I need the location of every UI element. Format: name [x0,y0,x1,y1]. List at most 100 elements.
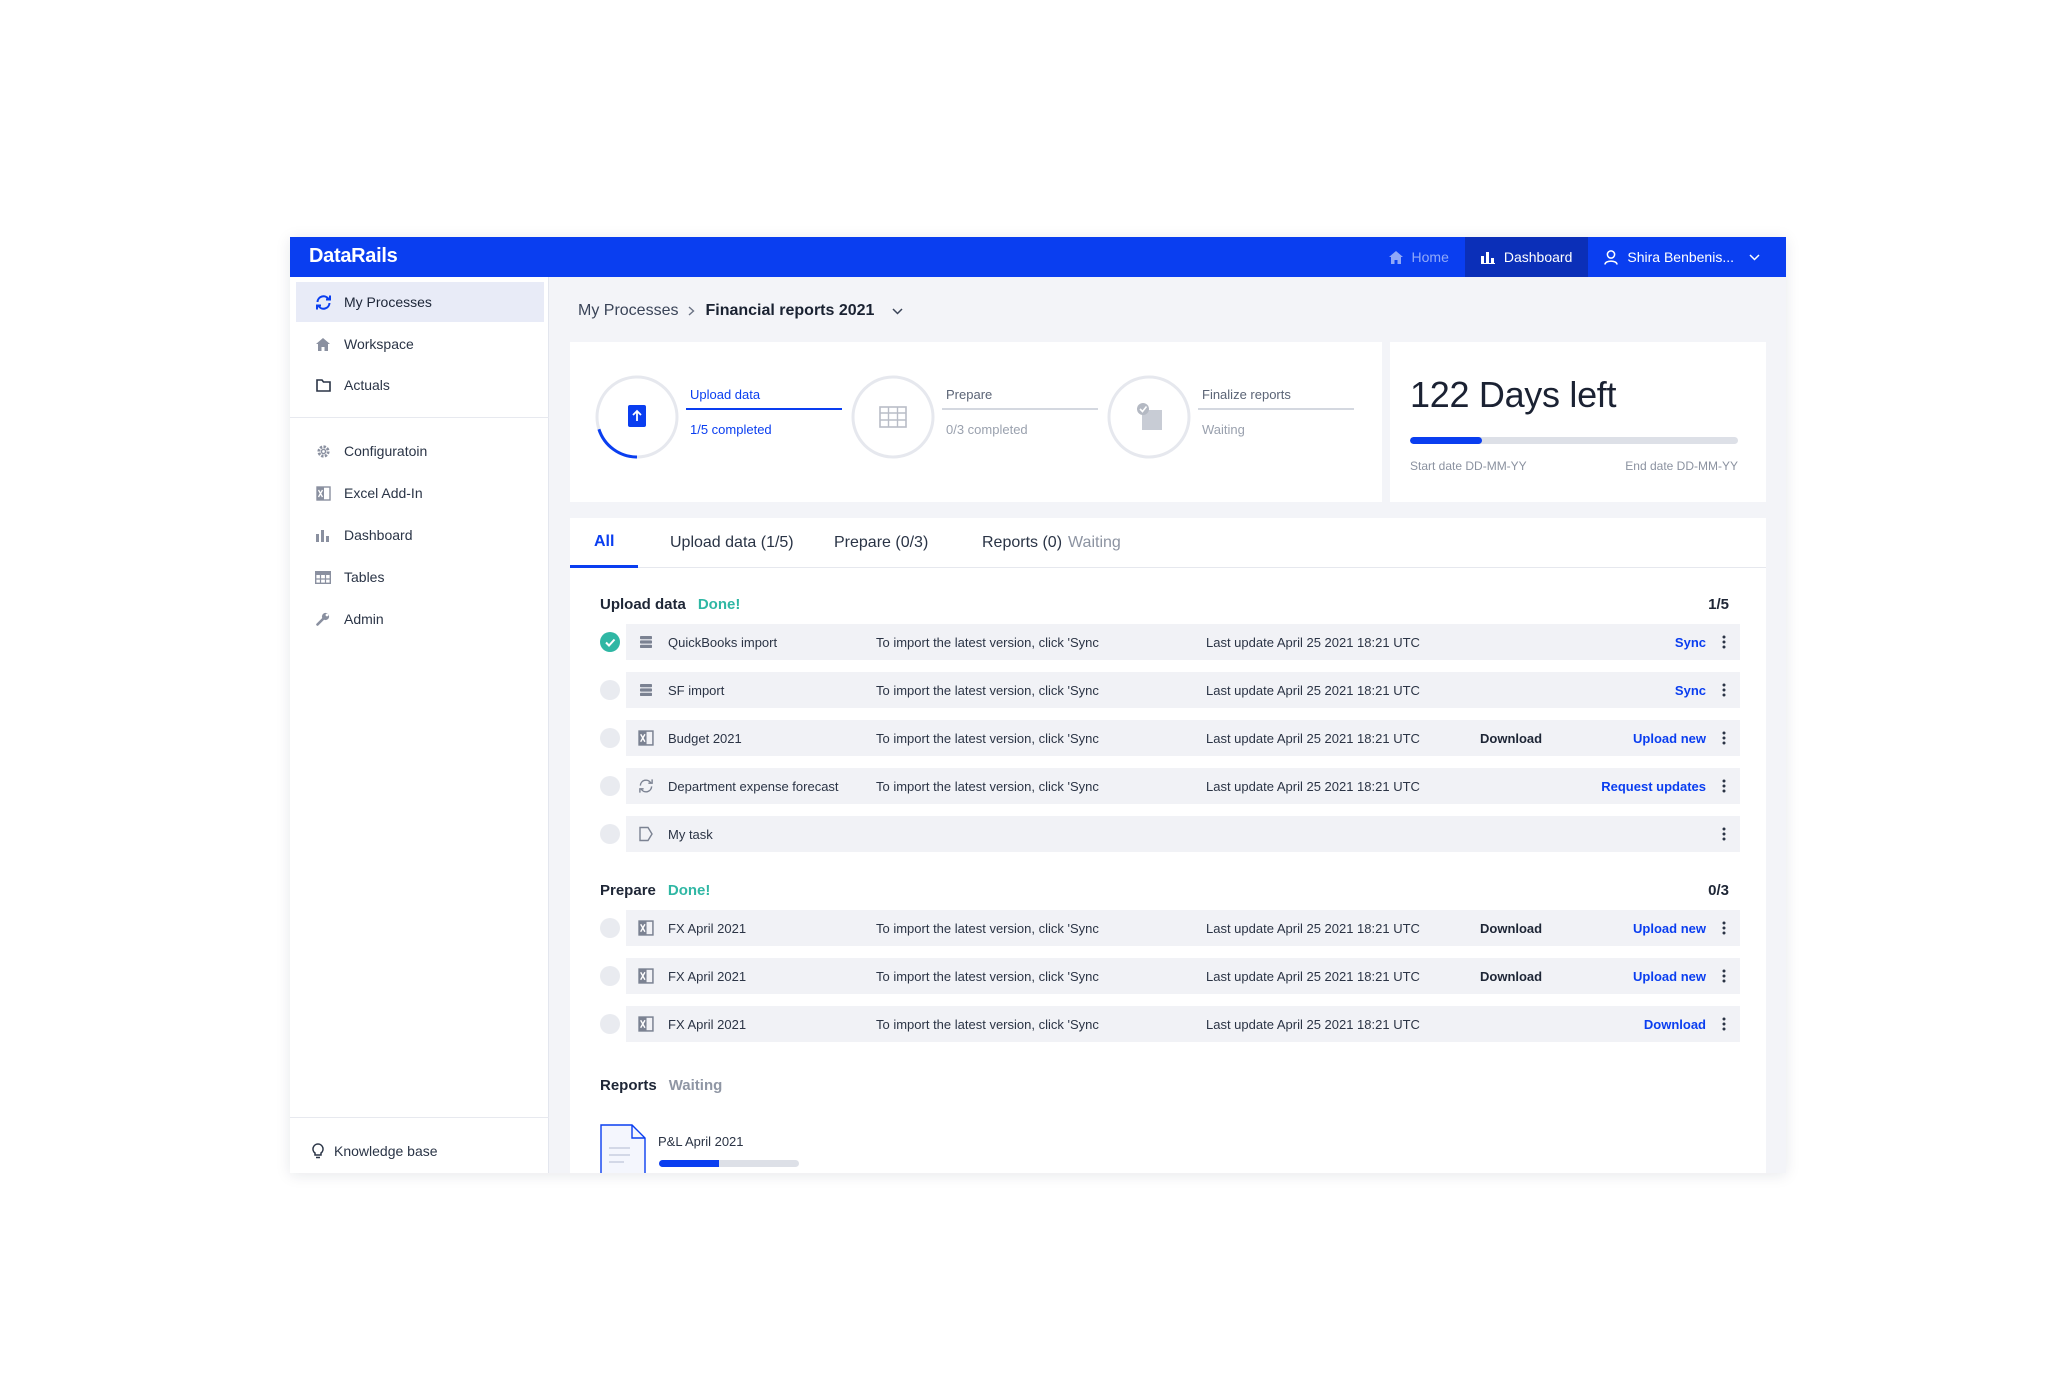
chevron-right-icon [689,306,696,316]
task-name: My task [668,827,713,842]
table-icon [314,568,332,586]
tab-reports-label: Reports (0) [982,534,1063,551]
tab-prepare[interactable]: Prepare (0/3) [834,518,928,568]
task-row: QuickBooks import To import the latest ve… [600,624,1740,660]
tab-reports[interactable]: Reports (0) Waiting [982,518,1121,568]
more-options-icon[interactable] [1714,824,1734,844]
task-icon [638,826,654,842]
breadcrumb-current[interactable]: Financial reports 2021 [705,302,874,320]
logo: DataRails [309,245,398,267]
task-row: FX April 2021 To import the latest versio… [600,1006,1740,1042]
sidebar-item-label: Dashboard [344,527,413,543]
more-options-icon[interactable] [1714,632,1734,652]
table-row[interactable]: My task [626,816,1740,852]
table-row[interactable]: FX April 2021 To import the latest versio… [626,910,1740,946]
task-name: QuickBooks import [668,635,778,650]
user-menu[interactable]: Shira Benbenis... [1588,237,1786,277]
task-description: To import the latest version, click 'Syn… [876,779,1099,794]
status-circle[interactable] [600,680,620,700]
row-action-button[interactable]: Upload new [1633,921,1706,936]
download-button[interactable]: Download [1480,731,1542,746]
completed-check-icon[interactable] [600,632,620,652]
sidebar-item-tables[interactable]: Tables [296,557,544,597]
download-button[interactable]: Download [1480,921,1542,936]
status-circle[interactable] [600,824,620,844]
task-row: SF import To import the latest version, c… [600,672,1740,708]
sidebar-item-excel-add-in[interactable]: Excel Add-In [296,473,544,513]
row-action-button[interactable]: Upload new [1633,731,1706,746]
tab-all[interactable]: All [570,518,639,568]
sidebar-item-workspace[interactable]: Workspace [296,324,544,364]
sidebar-item-my-processes[interactable]: My Processes [296,282,544,322]
section-title: Reports [600,1077,657,1094]
table-row[interactable]: FX April 2021 To import the latest versio… [626,958,1740,994]
table-row[interactable]: QuickBooks import To import the latest ve… [626,624,1740,660]
nav-dashboard[interactable]: Dashboard [1464,237,1589,277]
task-description: To import the latest version, click 'Syn… [876,969,1099,984]
status-circle[interactable] [600,728,620,748]
step-title: Upload data [690,387,761,402]
table-row[interactable]: FX April 2021 To import the latest versio… [626,1006,1740,1042]
knowledge-base-link[interactable]: Knowledge base [312,1143,438,1159]
sidebar-item-configuration[interactable]: Configuratoin [296,431,544,471]
breadcrumb: My Processes Financial reports 2021 [578,302,903,320]
main-content: My Processes Financial reports 2021 Uplo… [550,277,1786,1173]
upload-section-count: 1/5 [1708,596,1729,613]
status-circle[interactable] [600,1014,620,1034]
more-options-icon[interactable] [1714,728,1734,748]
status-circle[interactable] [600,918,620,938]
sidebar-item-actuals[interactable]: Actuals [296,365,544,405]
chevron-down-icon[interactable] [892,307,903,315]
more-options-icon[interactable] [1714,918,1734,938]
breadcrumb-parent[interactable]: My Processes [578,302,678,320]
row-action-button[interactable]: Download [1644,1017,1706,1032]
step-upload-data[interactable]: Upload data 1/5 completed [594,374,850,464]
more-options-icon[interactable] [1714,1014,1734,1034]
row-action-button[interactable]: Sync [1675,683,1706,698]
row-action-button[interactable]: Upload new [1633,969,1706,984]
sidebar-item-admin[interactable]: Admin [296,599,544,639]
task-last-update: Last update April 25 2021 18:21 UTC [1206,1017,1420,1032]
database-icon [638,634,654,650]
task-row: FX April 2021 To import the latest versio… [600,910,1740,946]
section-status: Done! [697,596,741,613]
sidebar-item-label: My Processes [344,294,432,310]
tab-upload-data[interactable]: Upload data (1/5) [670,518,794,568]
step-status: 0/3 completed [946,422,1028,437]
table-row[interactable]: Budget 2021 To import the latest version,… [626,720,1740,756]
status-circle[interactable] [600,776,620,796]
task-last-update: Last update April 25 2021 18:21 UTC [1206,731,1420,746]
more-options-icon[interactable] [1714,680,1734,700]
table-row[interactable]: SF import To import the latest version, c… [626,672,1740,708]
step-line [942,408,1098,410]
more-options-icon[interactable] [1714,966,1734,986]
step-finalize-reports[interactable]: Finalize reports Waiting [1106,374,1362,464]
row-action-button[interactable]: Request updates [1601,779,1706,794]
report-item[interactable]: P&L April 2021 [600,1124,820,1173]
sidebar-item-dashboard[interactable]: Dashboard [296,515,544,555]
tab-upload-label: Upload data (1/5) [670,534,794,551]
task-description: To import the latest version, click 'Syn… [876,683,1099,698]
sidebar: My Processes Workspace Actuals Configura… [290,277,549,1173]
days-progress-fill [1410,437,1483,444]
step-prepare[interactable]: Prepare 0/3 completed [850,374,1106,464]
step-status: 1/5 completed [690,422,772,437]
lightbulb-icon [312,1143,324,1159]
table-row[interactable]: Department expense forecast To import the… [626,768,1740,804]
tab-bar: All Upload data (1/5) Prepare (0/3) Repo… [570,518,1766,568]
more-options-icon[interactable] [1714,776,1734,796]
upload-doc-icon [628,405,646,427]
task-last-update: Last update April 25 2021 18:21 UTC [1206,683,1420,698]
section-status: Waiting [668,1077,723,1094]
nav-home[interactable]: Home [1373,237,1465,277]
status-circle[interactable] [600,966,620,986]
folder-icon [314,376,332,394]
step-line [1198,408,1354,410]
row-action-button[interactable]: Sync [1675,635,1706,650]
tab-reports-status: Waiting [1068,534,1121,551]
section-title: Upload data [600,596,686,613]
task-name: SF import [668,683,725,698]
section-status: Done! [667,882,711,899]
download-button[interactable]: Download [1480,969,1542,984]
process-steps-card: Upload data 1/5 completed Prepare 0/3 co… [570,342,1382,502]
